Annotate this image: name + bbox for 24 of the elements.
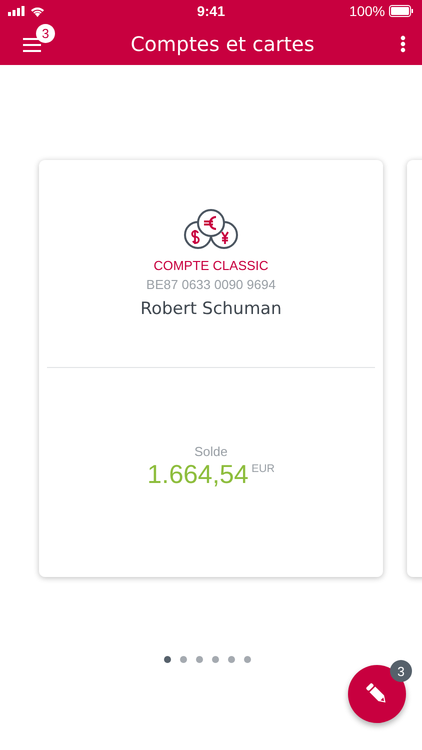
- page-indicator-dot[interactable]: [196, 656, 202, 663]
- currency-coins-icon: [182, 208, 240, 250]
- account-holder: Robert Schuman: [140, 299, 282, 319]
- signal-icon: [8, 6, 25, 16]
- balance-label: Solde: [194, 444, 228, 459]
- page-title: Comptes et cartes: [130, 32, 316, 56]
- account-type: COMPTE CLASSIC: [154, 258, 268, 273]
- notification-badge: 3: [36, 24, 55, 43]
- compose-button[interactable]: [348, 665, 406, 723]
- page-indicator-dot[interactable]: [212, 656, 218, 663]
- balance-amount: 1.664,54: [147, 459, 248, 490]
- page-indicator-dot[interactable]: [244, 656, 250, 663]
- clock: 9:41: [196, 3, 226, 19]
- battery-percent: 100%: [349, 3, 385, 19]
- more-icon: [400, 34, 406, 52]
- page-indicator-dot[interactable]: [164, 656, 170, 663]
- currency: EUR: [251, 463, 275, 475]
- account-number: BE87 0633 0090 9694: [146, 277, 276, 292]
- fab-badge: 3: [390, 660, 412, 682]
- page-indicator-dot[interactable]: [180, 656, 186, 663]
- wifi-icon: [30, 6, 45, 16]
- page-indicator-dot[interactable]: [228, 656, 234, 663]
- battery-icon: [389, 5, 414, 17]
- menu-icon: [23, 36, 43, 52]
